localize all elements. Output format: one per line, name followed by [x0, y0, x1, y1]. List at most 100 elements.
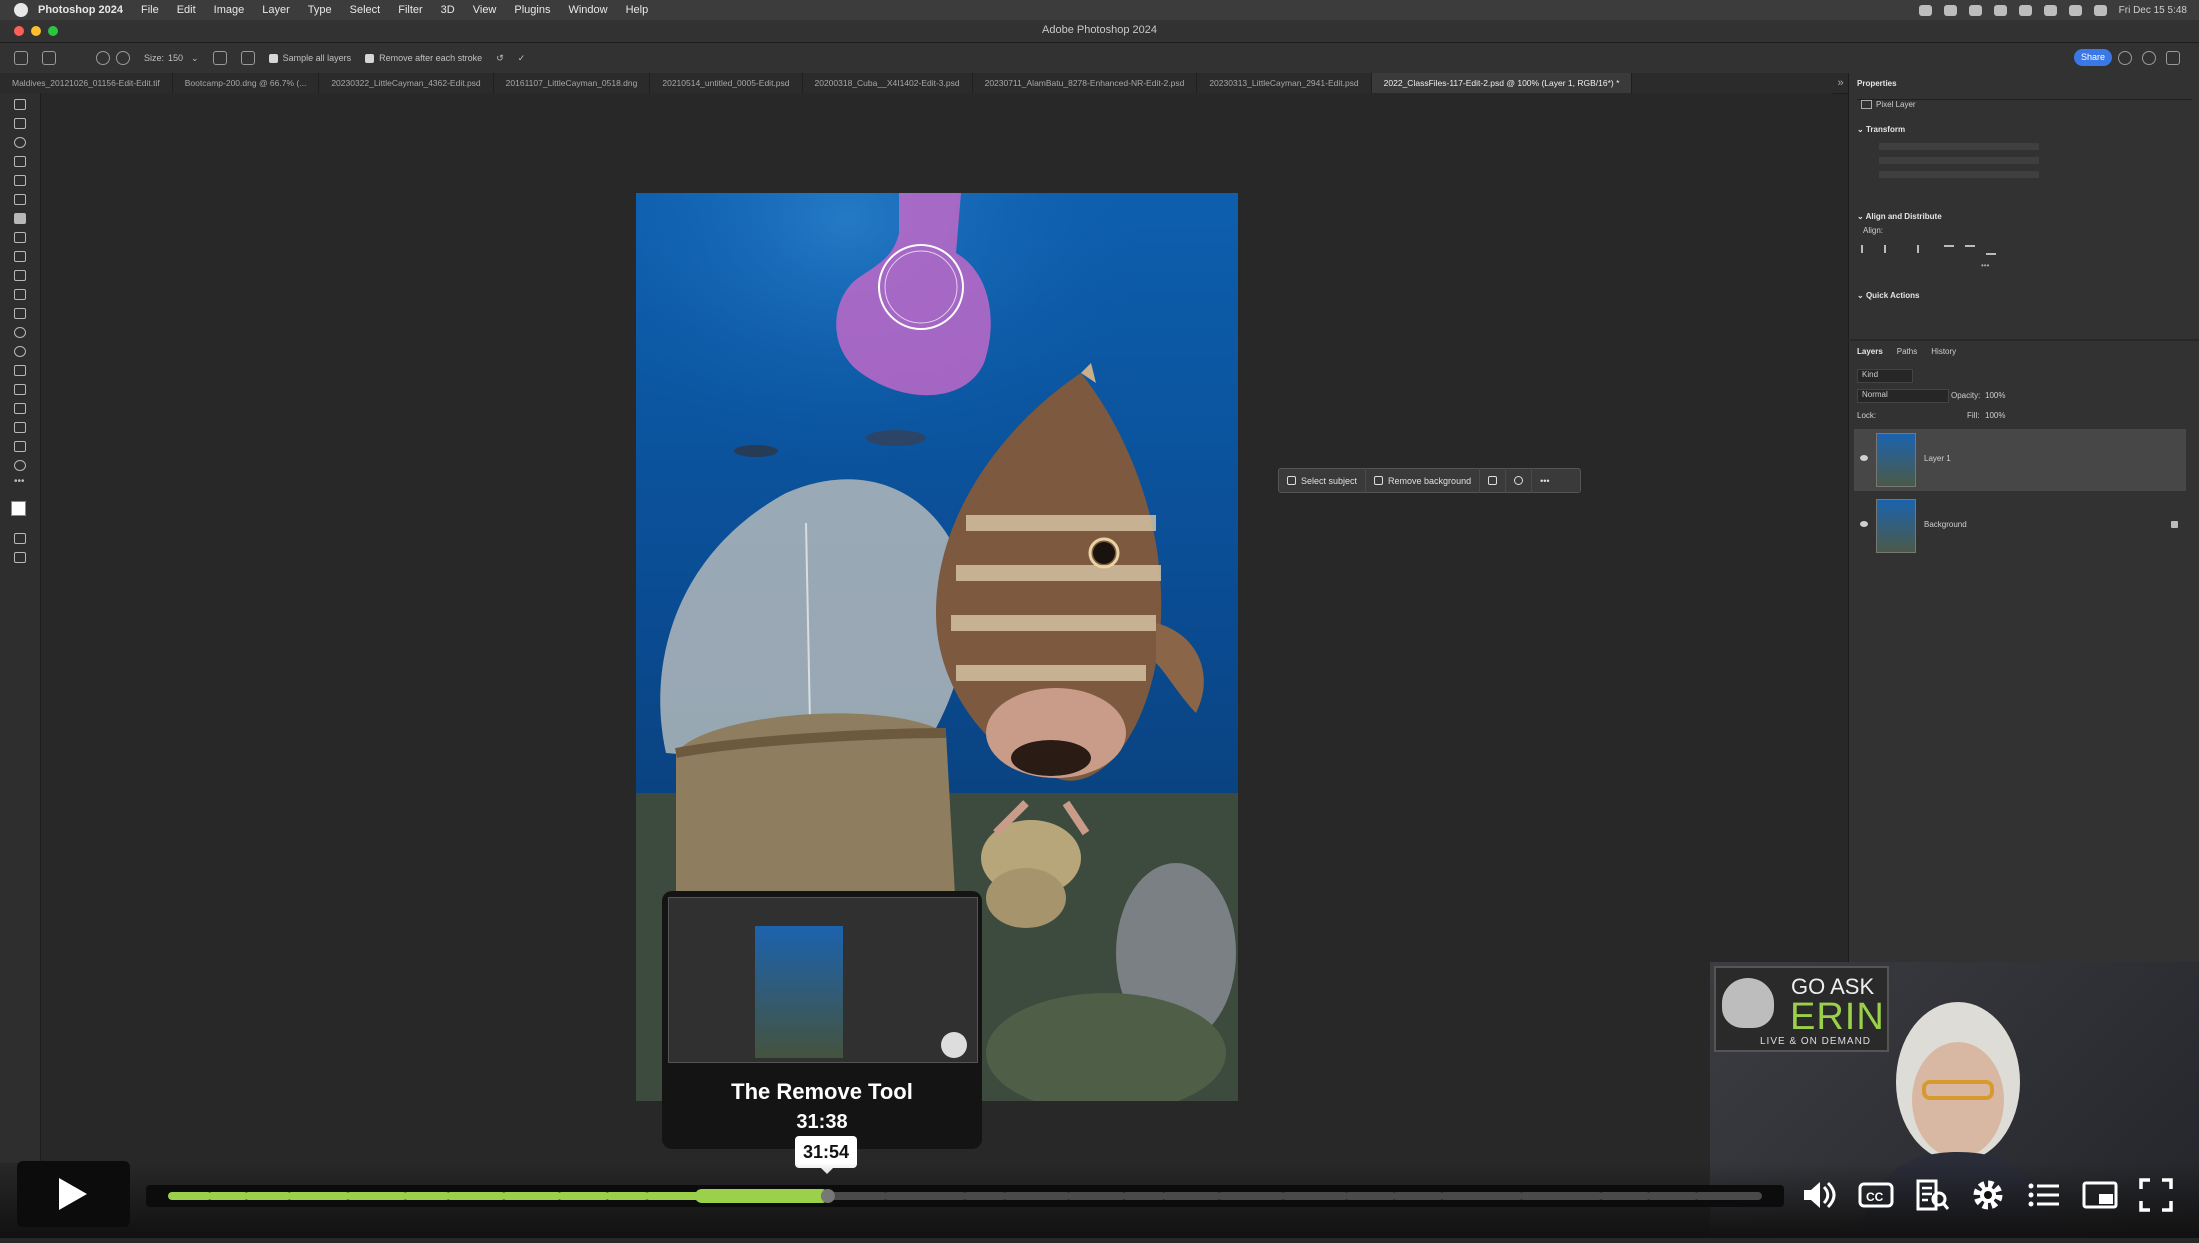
blur-tool-icon[interactable]: [14, 327, 26, 338]
checkmark-icon[interactable]: ✓: [518, 53, 526, 64]
align-left-icon[interactable]: [1861, 245, 1873, 253]
properties-title[interactable]: Properties: [1857, 79, 1897, 88]
menu-3d[interactable]: 3D: [441, 4, 455, 16]
menu-select[interactable]: Select: [350, 4, 381, 16]
zoom-tool-icon[interactable]: [14, 460, 26, 471]
control-center-icon[interactable]: [2093, 4, 2107, 16]
play-button[interactable]: [17, 1161, 130, 1227]
undo-icon[interactable]: ↺: [496, 53, 504, 64]
mask-button[interactable]: [1480, 468, 1507, 493]
more-options-button[interactable]: •••: [1532, 468, 1557, 493]
hand-tool-icon[interactable]: [14, 441, 26, 452]
more-align-icon[interactable]: •••: [1981, 261, 1989, 270]
document-tab[interactable]: Bootcamp-200.dng @ 66.7% (...: [173, 73, 320, 93]
menu-edit[interactable]: Edit: [177, 4, 196, 16]
chevron-down-icon[interactable]: ⌄: [191, 53, 199, 64]
menu-image[interactable]: Image: [214, 4, 245, 16]
size-value[interactable]: 150: [168, 53, 183, 63]
menu-help[interactable]: Help: [626, 4, 649, 16]
progress-bar[interactable]: [146, 1185, 1784, 1207]
dodge-tool-icon[interactable]: [14, 346, 26, 357]
remove-tool-icon[interactable]: [42, 51, 56, 65]
menu-plugins[interactable]: Plugins: [514, 4, 550, 16]
document-tab-active[interactable]: 2022_ClassFiles-117-Edit-2.psd @ 100% (L…: [1371, 73, 1633, 93]
add-mode-icon[interactable]: [96, 51, 110, 65]
tab-layers[interactable]: Layers: [1857, 347, 1883, 356]
eye-icon[interactable]: [1860, 521, 1868, 527]
document-tab[interactable]: 20161107_LittleCayman_0518.dng: [494, 73, 651, 93]
path-selection-tool-icon[interactable]: [14, 403, 26, 414]
pen-tool-icon[interactable]: [14, 365, 26, 376]
chapters-button[interactable]: [2026, 1177, 2062, 1213]
remove-tool-icon[interactable]: [14, 213, 26, 224]
clone-stamp-tool-icon[interactable]: [14, 251, 26, 262]
tab-history[interactable]: History: [1931, 347, 1956, 356]
picture-in-picture-button[interactable]: [2082, 1177, 2118, 1213]
wifi-icon[interactable]: [2068, 4, 2082, 16]
volume-icon[interactable]: [2018, 4, 2032, 16]
menu-filter[interactable]: Filter: [398, 4, 422, 16]
document-tab[interactable]: 20230322_LittleCayman_4362-Edit.psd: [319, 73, 494, 93]
layer-row[interactable]: Layer 1: [1854, 429, 2186, 491]
align-right-icon[interactable]: [1907, 245, 1919, 253]
eraser-tool-icon[interactable]: [14, 289, 26, 300]
layer-kind-filter[interactable]: Kind: [1857, 369, 1913, 383]
type-tool-icon[interactable]: [14, 384, 26, 395]
document-tab[interactable]: Maldives_20121026_01156-Edit-Edit.tif: [0, 73, 173, 93]
document-tab[interactable]: 20230711_AlamBatu_8278-Enhanced-NR-Edit-…: [973, 73, 1198, 93]
menu-type[interactable]: Type: [308, 4, 332, 16]
menu-window[interactable]: Window: [568, 4, 607, 16]
align-center-icon[interactable]: [1884, 245, 1896, 253]
screen-mode-icon[interactable]: [14, 552, 26, 563]
marquee-tool-icon[interactable]: [14, 118, 26, 129]
rectangle-tool-icon[interactable]: [14, 422, 26, 433]
object-selection-tool-icon[interactable]: [14, 156, 26, 167]
progress-scrubber[interactable]: [820, 1189, 835, 1203]
status-icon[interactable]: [1968, 4, 1982, 16]
layer-row[interactable]: Background: [1854, 495, 2186, 557]
history-brush-tool-icon[interactable]: [14, 270, 26, 281]
brush-settings-icon[interactable]: [212, 51, 227, 65]
status-icon[interactable]: [1993, 4, 2007, 16]
captions-button[interactable]: CC: [1858, 1177, 1894, 1213]
lasso-tool-icon[interactable]: [14, 137, 26, 148]
tab-paths[interactable]: Paths: [1897, 347, 1917, 356]
foreground-color-swatch[interactable]: [11, 501, 26, 516]
menu-app-name[interactable]: Photoshop 2024: [38, 4, 123, 16]
eye-icon[interactable]: [1860, 455, 1868, 461]
sample-all-layers-checkbox[interactable]: Sample all layers: [268, 53, 351, 64]
gradient-tool-icon[interactable]: [14, 308, 26, 319]
document-tab[interactable]: 20230313_LittleCayman_2941-Edit.psd: [1197, 73, 1372, 93]
quick-mask-icon[interactable]: [14, 533, 26, 544]
home-icon[interactable]: [14, 51, 28, 65]
quick-actions-header[interactable]: ⌄ Quick Actions: [1857, 291, 1919, 300]
align-bottom-icon[interactable]: [1986, 245, 1996, 255]
transform-section-header[interactable]: ⌄ Transform: [1857, 125, 1905, 134]
fullscreen-button[interactable]: [2138, 1177, 2174, 1213]
opacity-value[interactable]: 100%: [1985, 391, 2005, 400]
adjustment-button[interactable]: [1506, 468, 1533, 493]
panel-collapse-icon[interactable]: »: [1833, 73, 1848, 93]
menubar-clock[interactable]: Fri Dec 15 5:48: [2119, 5, 2187, 16]
battery-icon[interactable]: [2043, 4, 2057, 16]
remove-after-stroke-checkbox[interactable]: Remove after each stroke: [365, 53, 482, 64]
crop-tool-icon[interactable]: [14, 175, 26, 186]
subtract-mode-icon[interactable]: [116, 51, 130, 65]
volume-button[interactable]: [1800, 1177, 1836, 1213]
fill-value[interactable]: 100%: [1985, 411, 2005, 420]
align-section-header[interactable]: ⌄ Align and Distribute: [1857, 212, 1942, 221]
menu-file[interactable]: File: [141, 4, 159, 16]
status-icon[interactable]: [1918, 4, 1932, 16]
align-middle-icon[interactable]: [1965, 245, 1975, 255]
transcript-button[interactable]: [1914, 1177, 1950, 1213]
status-icon[interactable]: [1943, 4, 1957, 16]
document-tab[interactable]: 20210514_untitled_0005-Edit.psd: [650, 73, 803, 93]
document-tab[interactable]: 20200318_Cuba__X4I1402-Edit-3.psd: [803, 73, 973, 93]
blend-mode-select[interactable]: Normal: [1857, 389, 1949, 403]
remove-background-button[interactable]: Remove background: [1366, 468, 1481, 493]
gear-icon[interactable]: [240, 51, 255, 65]
workspace-icon[interactable]: [2166, 51, 2180, 65]
help-icon[interactable]: [2142, 51, 2156, 65]
apple-icon[interactable]: [14, 3, 28, 17]
menu-view[interactable]: View: [473, 4, 497, 16]
